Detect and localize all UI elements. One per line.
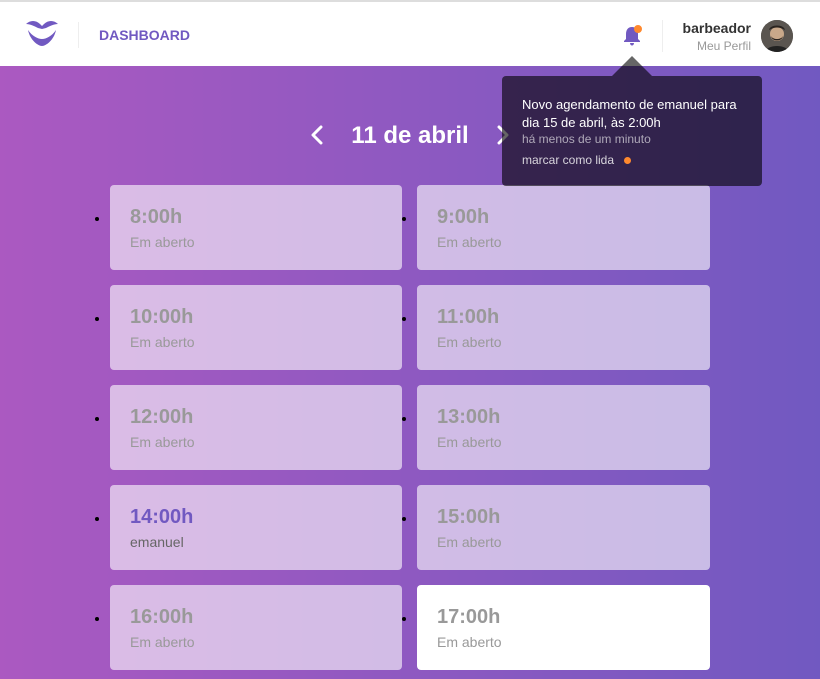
slot-time: 10:00h xyxy=(130,306,194,328)
slot-client: Em aberto xyxy=(130,434,195,450)
schedule-slot[interactable]: 8:00h Em aberto xyxy=(110,185,402,270)
mustache-logo-icon[interactable] xyxy=(24,18,60,48)
slot-time: 16:00h xyxy=(130,606,194,628)
slot-client: Em aberto xyxy=(130,334,195,350)
slot-client: emanuel xyxy=(130,534,184,550)
slot-time: 13:00h xyxy=(437,406,501,428)
profile-link[interactable]: Meu Perfil xyxy=(697,39,751,53)
slot-client: Em aberto xyxy=(130,634,195,650)
profile-divider xyxy=(662,20,663,52)
slot-time: 17:00h xyxy=(437,606,501,628)
schedule-slot[interactable]: 10:00h Em aberto xyxy=(110,285,402,370)
schedule-slot[interactable]: 12:00h Em aberto xyxy=(110,385,402,470)
mark-as-read-label: marcar como lida xyxy=(522,153,615,167)
slot-time: 11:00h xyxy=(437,306,500,328)
avatar[interactable] xyxy=(761,20,793,52)
chevron-left-icon[interactable] xyxy=(308,123,328,147)
current-date: 11 de abril xyxy=(351,122,469,149)
slot-client: Em aberto xyxy=(437,534,502,550)
schedule-slot[interactable]: 13:00h Em aberto xyxy=(417,385,710,470)
notification-time: há menos de um minuto xyxy=(522,132,651,146)
schedule-slot[interactable]: 16:00h Em aberto xyxy=(110,585,402,670)
schedule-list: 8:00h Em aberto 9:00h Em aberto 10:00h E… xyxy=(110,185,710,670)
slot-time: 9:00h xyxy=(437,206,490,228)
slot-client: Em aberto xyxy=(437,234,502,250)
schedule-slot[interactable]: 11:00h Em aberto xyxy=(417,285,710,370)
slot-time: 12:00h xyxy=(130,406,194,428)
slot-time: 14:00h xyxy=(130,506,194,528)
slot-time: 15:00h xyxy=(437,506,501,528)
slot-client: Em aberto xyxy=(437,434,502,450)
slot-client: Em aberto xyxy=(437,334,502,350)
notification-popover: Novo agendamento de emanuel para dia 15 … xyxy=(502,56,762,186)
slot-time: 8:00h xyxy=(130,206,183,228)
avatar-image xyxy=(761,20,793,52)
schedule-slot[interactable]: 14:00h emanuel xyxy=(110,485,402,570)
slot-client: Em aberto xyxy=(437,634,502,650)
schedule-slot[interactable]: 17:00h Em aberto xyxy=(417,585,710,670)
profile-name: barbeador xyxy=(682,20,751,36)
mark-as-read-button[interactable]: marcar como lida xyxy=(522,153,632,167)
unread-badge xyxy=(634,25,642,33)
header-divider xyxy=(78,22,79,48)
schedule-slot[interactable]: 9:00h Em aberto xyxy=(417,185,710,270)
nav-dashboard-link[interactable]: DASHBOARD xyxy=(99,27,190,43)
slot-client: Em aberto xyxy=(130,234,195,250)
unread-dot xyxy=(624,157,632,165)
schedule-slot[interactable]: 15:00h Em aberto xyxy=(417,485,710,570)
notification-message: Novo agendamento de emanuel para dia 15 … xyxy=(522,97,737,130)
app-header: DASHBOARD barbeador Meu Perfil xyxy=(0,0,820,66)
